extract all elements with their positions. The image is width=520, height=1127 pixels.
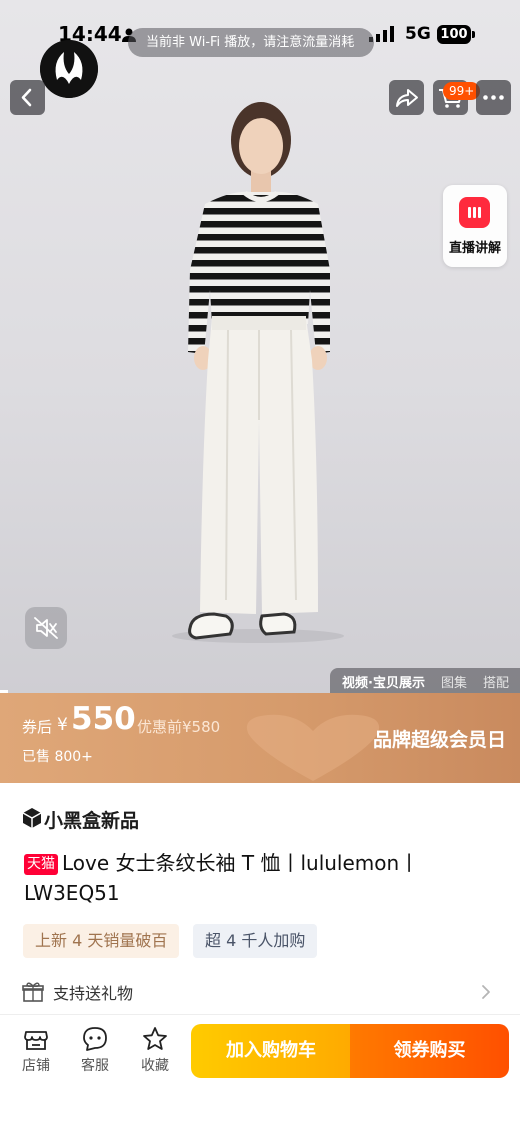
- brand-member-day[interactable]: 品牌超级会员日: [373, 725, 506, 752]
- mute-button[interactable]: [25, 607, 67, 649]
- data-usage-notice: 当前非 Wi-Fi 播放，请注意流量消耗: [128, 28, 374, 57]
- back-button[interactable]: [10, 80, 45, 115]
- store-icon: [24, 1031, 48, 1050]
- speaker-muted-icon: [34, 617, 58, 639]
- tab-outfit[interactable]: 搭配: [483, 672, 509, 691]
- black-box-icon: [22, 808, 42, 828]
- product-title-text: Love 女士条纹长袖 T 恤丨lululemon丨LW3EQ51: [24, 851, 420, 905]
- sold-count: 已售 800+: [22, 749, 93, 765]
- product-video[interactable]: 14:44 5G 100 当前非 Wi-Fi 播放，请注意流量消耗 99+ 直播…: [0, 0, 520, 693]
- added-to-cart-tag: 超 4 千人加购: [193, 924, 318, 958]
- more-icon: [483, 95, 504, 100]
- new-product-label: 小黑盒新品: [44, 810, 140, 832]
- store-label: 店铺: [22, 1058, 50, 1074]
- add-to-cart-button[interactable]: 加入购物车: [191, 1024, 351, 1078]
- price-value: 550: [71, 701, 136, 737]
- more-button[interactable]: [476, 80, 511, 115]
- chevron-right-icon: [482, 985, 490, 999]
- share-button[interactable]: [389, 80, 424, 115]
- battery-indicator: 100: [437, 25, 475, 44]
- price-before-coupon: 优惠前¥580: [137, 718, 221, 736]
- price-band: 券后 ¥ 550 优惠前¥580 已售 800+ 品牌超级会员日: [0, 693, 520, 783]
- gift-label: 支持送礼物: [53, 984, 134, 1003]
- brand-logo: [40, 40, 98, 98]
- star-icon: [143, 1027, 167, 1050]
- heart-decoration: [246, 714, 380, 781]
- sales-tag: 上新 4 天销量破百: [23, 924, 180, 958]
- product-title: 天猫 Love 女士条纹长袖 T 恤丨lululemon丨LW3EQ51: [24, 848, 494, 908]
- gift-icon: [22, 982, 44, 1002]
- media-tabs: 视频·宝贝展示 图集 搭配: [330, 668, 520, 693]
- buy-with-coupon-button[interactable]: 领券购买: [350, 1024, 509, 1078]
- service-label: 客服: [81, 1058, 109, 1074]
- coupon-after-label: 券后: [22, 718, 53, 736]
- cart-count-badge: 99+: [443, 82, 481, 100]
- chat-bubble-icon: [83, 1027, 107, 1051]
- favorite-label: 收藏: [141, 1058, 169, 1074]
- price-currency: ¥: [57, 715, 68, 735]
- live-explain-button[interactable]: 直播讲解: [443, 185, 507, 267]
- tmall-tag: 天猫: [24, 854, 58, 875]
- gift-support-row[interactable]: 支持送礼物: [22, 978, 498, 1006]
- tab-video[interactable]: 视频·宝贝展示: [342, 672, 425, 691]
- live-stream-icon: [459, 197, 490, 228]
- bottom-action-bar: 店铺 客服 收藏 加入购物车 领券购买: [0, 1014, 520, 1127]
- share-icon: [396, 89, 418, 107]
- store-button[interactable]: 店铺: [16, 1026, 56, 1075]
- network-type: 5G: [405, 24, 431, 44]
- live-explain-label: 直播讲解: [448, 241, 501, 256]
- customer-service-button[interactable]: 客服: [75, 1026, 115, 1075]
- chevron-left-icon: [21, 88, 32, 107]
- favorite-button[interactable]: 收藏: [135, 1026, 175, 1075]
- tab-gallery[interactable]: 图集: [441, 672, 467, 691]
